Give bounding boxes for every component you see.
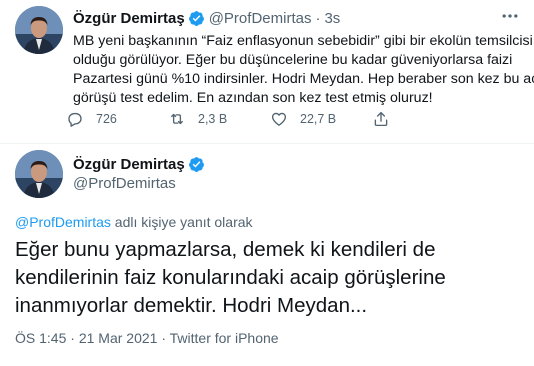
tweet-text-line: olduğu görülüyor. Eğer bu düşüncelerine … <box>73 52 513 68</box>
tweet-text: MB yeni başkanının “Faiz enflasyonun seb… <box>73 32 534 108</box>
reply-button[interactable]: 726 <box>66 110 168 128</box>
avatar-image <box>15 6 63 54</box>
share-icon <box>374 111 388 127</box>
tweet-text: Eğer bunu yapmazlarsa, demek ki kendiler… <box>15 236 525 320</box>
separator-dot: · <box>315 10 321 27</box>
tweet-text-line: inanmıyorlar demektir. Hodri Meydan... <box>15 294 368 317</box>
author-name[interactable]: Özgür Demirtaş <box>73 10 185 27</box>
tweet-text-line: görüşü test edelim. En azından son kez t… <box>73 90 433 106</box>
reply-icon <box>68 112 82 127</box>
tweet-text-line: MB yeni başkanının “Faiz enflasyonun seb… <box>73 33 533 49</box>
tweet-time[interactable]: 3s <box>324 10 340 27</box>
reply-count: 726 <box>96 112 117 126</box>
separator-dot: · <box>161 330 166 346</box>
separator-dot: · <box>70 330 75 346</box>
tweet-source[interactable]: Twitter for iPhone <box>170 330 279 346</box>
tweet-date[interactable]: 21 Mar 2021 <box>79 330 158 346</box>
avatar[interactable] <box>15 150 63 198</box>
avatar-image <box>15 150 63 198</box>
avatar[interactable] <box>15 6 63 54</box>
tweet-actions: 726 2,3 B 22,7 B <box>66 110 402 128</box>
share-button[interactable] <box>372 110 402 128</box>
tweet-metadata: ÖS 1:45 · 21 Mar 2021 · Twitter for iPho… <box>15 330 279 346</box>
like-count: 22,7 B <box>300 112 337 126</box>
retweet-icon <box>171 113 183 125</box>
retweet-button[interactable]: 2,3 B <box>168 110 270 128</box>
tweet-text-line: Eğer bunu yapmazlarsa, demek ki kendiler… <box>15 238 436 261</box>
more-icon[interactable] <box>500 6 520 26</box>
author-handle[interactable]: @ProfDemirtas <box>73 175 176 192</box>
verified-badge-icon <box>188 11 204 26</box>
tweet-time[interactable]: ÖS 1:45 <box>15 330 66 346</box>
reply-mention-link[interactable]: @ProfDemirtas <box>15 214 111 230</box>
tweet-header: Özgür Demirtaş <box>73 156 209 173</box>
like-button[interactable]: 22,7 B <box>270 110 372 128</box>
tweet-text-line: Pazartesi günü %10 indirsinler. Hodri Me… <box>73 71 534 87</box>
tweet-header: Özgür Demirtaş @ProfDemirtas · 3s <box>73 10 340 27</box>
verified-badge-icon <box>188 157 204 172</box>
divider <box>0 143 534 144</box>
retweet-count: 2,3 B <box>198 112 228 126</box>
replying-to: @ProfDemirtas adlı kişiye yanıt olarak <box>15 214 253 230</box>
tweet-text-line: kendilerinin faiz konularındaki acaip gö… <box>15 266 446 289</box>
author-handle[interactable]: @ProfDemirtas <box>209 10 312 27</box>
author-name[interactable]: Özgür Demirtaş <box>73 156 185 173</box>
like-icon <box>271 112 287 126</box>
reply-context-text: adlı kişiye yanıt olarak <box>110 214 253 230</box>
